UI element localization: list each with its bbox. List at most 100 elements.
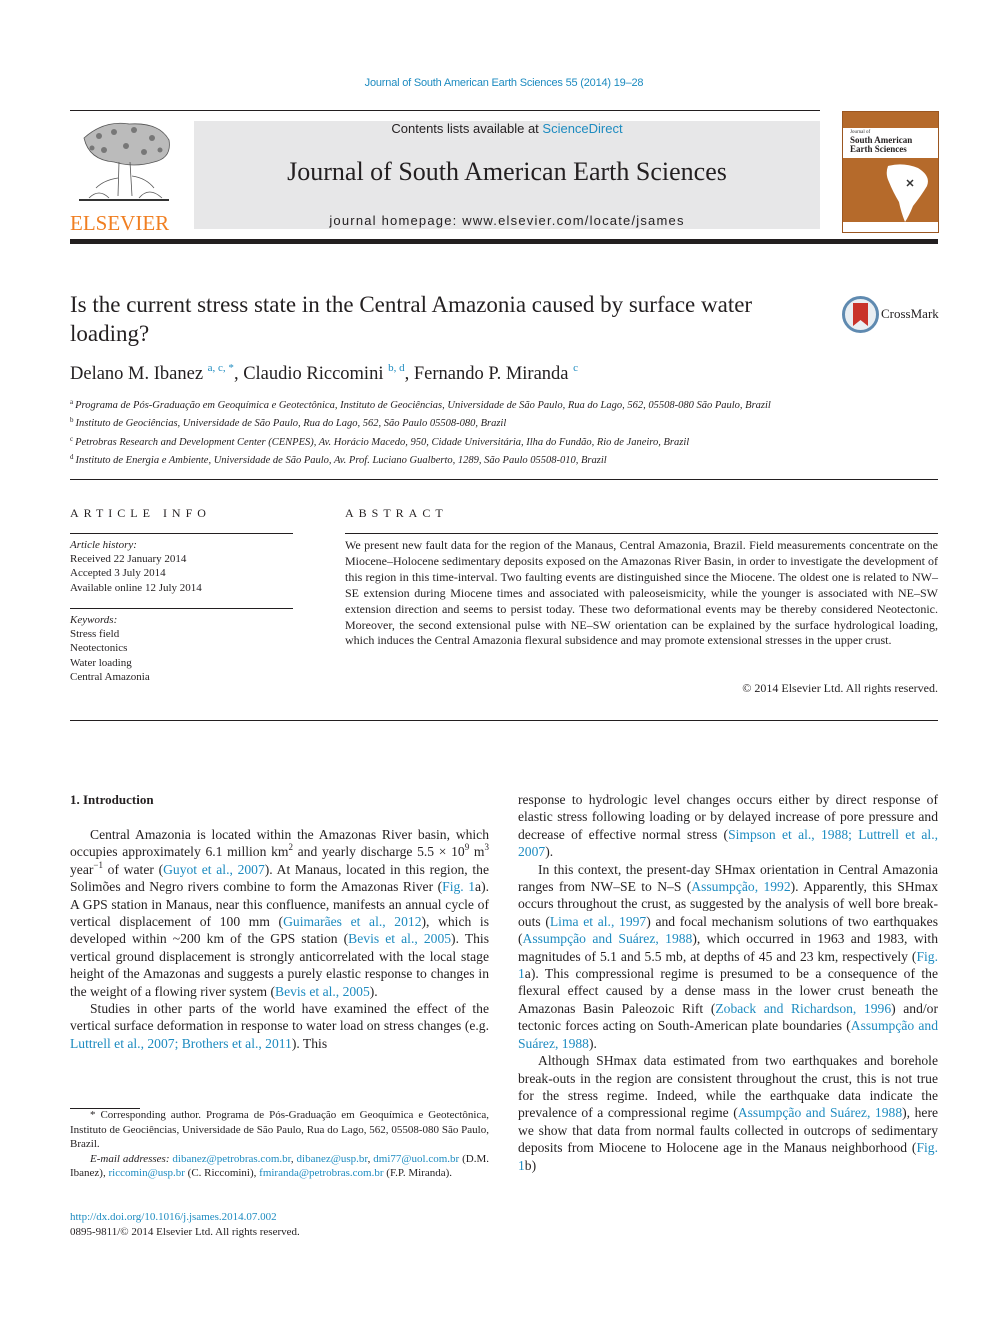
history-received: Received 22 January 2014 xyxy=(70,553,187,566)
author-affiliation-marks[interactable]: a, c, * xyxy=(208,362,234,374)
crossmark-label: CrossMark xyxy=(881,306,939,321)
keyword-item: Water loading xyxy=(70,656,132,669)
keywords-label: Keywords: xyxy=(70,614,118,626)
cover-title-line2: Earth Sciences xyxy=(850,144,907,154)
text: b) xyxy=(524,1157,537,1173)
affiliation-item: c Petrobras Research and Development Cent… xyxy=(70,432,830,450)
author-name[interactable]: Claudio Riccomini xyxy=(243,364,383,384)
figure-link[interactable]: Fig. 1 xyxy=(442,879,475,894)
issn-copyright: 0895-9811/© 2014 Elsevier Ltd. All right… xyxy=(70,1226,300,1238)
section-heading-introduction: 1. Introduction xyxy=(70,792,154,807)
paragraph: Central Amazonia is located within the A… xyxy=(70,826,489,1000)
elsevier-wordmark: ELSEVIER xyxy=(70,211,170,235)
sciencedirect-link[interactable]: ScienceDirect xyxy=(542,121,622,136)
email-label: E-mail addresses: xyxy=(90,1152,170,1165)
email-link[interactable]: dmi77@uol.com.br xyxy=(373,1153,459,1165)
email-addresses: E-mail addresses: dibanez@petrobras.com.… xyxy=(70,1152,489,1181)
history-accepted: Accepted 3 July 2014 xyxy=(70,567,166,580)
email-link[interactable]: fmiranda@petrobras.com.br xyxy=(259,1167,383,1179)
affiliation-item: d Instituto de Energia e Ambiente, Univer… xyxy=(70,450,830,468)
article-info-heading: ARTICLE INFO xyxy=(70,506,211,520)
journal-citation[interactable]: Journal of South American Earth Sciences… xyxy=(0,77,992,89)
citation-link[interactable]: Assumpção and Suárez, 1988 xyxy=(523,931,693,946)
crossmark-button[interactable]: CrossMark xyxy=(842,296,942,334)
keywords: Keywords: Stress field Neotectonics Wate… xyxy=(70,613,150,684)
article-info-rule xyxy=(70,608,293,609)
corresponding-author-note: * Corresponding author. Programa de Pós-… xyxy=(70,1109,489,1151)
text: ). xyxy=(369,983,378,999)
citation-link[interactable]: Lima et al., 1997 xyxy=(550,914,646,929)
paragraph: Studies in other parts of the world have… xyxy=(70,1000,489,1052)
article-title: Is the current stress state in the Centr… xyxy=(70,292,753,346)
elsevier-logo[interactable]: ELSEVIER xyxy=(70,118,182,235)
abstract-heading: ABSTRACT xyxy=(345,506,448,520)
contents-line: Contents lists available at ScienceDirec… xyxy=(194,121,820,136)
journal-homepage[interactable]: journal homepage: www.elsevier.com/locat… xyxy=(194,213,820,228)
email-link[interactable]: dibanez@usp.br xyxy=(297,1153,368,1165)
citation-link[interactable]: Zoback and Richardson, 1996 xyxy=(715,1001,891,1016)
superscript: 3 xyxy=(484,842,490,853)
text: (F.P. Miranda). xyxy=(383,1167,453,1180)
header-rule xyxy=(70,110,820,111)
journal-cover-thumbnail[interactable]: Journal of South American Earth Sciences xyxy=(842,111,939,233)
abstract-rule xyxy=(345,533,938,534)
author-list: Delano M. Ibanez a, c, *, Claudio Riccom… xyxy=(70,362,579,384)
doi-block: http://dx.doi.org/10.1016/j.jsames.2014.… xyxy=(70,1210,300,1240)
history-online: Available online 12 July 2014 xyxy=(70,581,202,594)
paragraph: In this context, the present-day SHmax o… xyxy=(518,861,938,1052)
email-link[interactable]: riccomin@usp.br xyxy=(108,1167,184,1179)
section-rule xyxy=(70,720,938,721)
contents-prefix: Contents lists available at xyxy=(391,121,543,136)
history-label: Article history: xyxy=(70,539,137,551)
body-column-right: response to hydrologic level changes occ… xyxy=(518,791,938,1174)
citation-link[interactable]: Guimarães et al., 2012 xyxy=(283,914,421,929)
doi-link[interactable]: http://dx.doi.org/10.1016/j.jsames.2014.… xyxy=(70,1211,277,1223)
body-column-left: Central Amazonia is located within the A… xyxy=(70,826,489,1052)
text: Studies in other parts of the world have… xyxy=(70,1001,489,1034)
text: (C. Riccomini), xyxy=(184,1167,260,1180)
affiliation-key: c xyxy=(70,434,74,443)
affiliation-item: b Instituto de Geociências, Universidade … xyxy=(70,413,830,431)
email-link[interactable]: dibanez@petrobras.com.br xyxy=(172,1153,290,1165)
footnote: * Corresponding author. Programa de Pós-… xyxy=(70,1108,489,1181)
keyword-item: Neotectonics xyxy=(70,642,128,655)
author-name[interactable]: Fernando P. Miranda xyxy=(414,364,569,384)
affiliation-item: a Programa de Pós-Graduação em Geoquímica… xyxy=(70,395,830,413)
keyword-item: Central Amazonia xyxy=(70,670,150,683)
superscript: −1 xyxy=(93,859,103,870)
citation-link[interactable]: Luttrell et al., 2007; Brothers et al., … xyxy=(70,1036,292,1051)
text: ). xyxy=(588,1035,597,1051)
article-info-rule xyxy=(70,533,293,534)
text: of water ( xyxy=(102,861,164,877)
keyword-item: Stress field xyxy=(70,628,120,641)
text: ). This xyxy=(291,1035,328,1051)
citation-link[interactable]: Bevis et al., 2005 xyxy=(275,984,370,999)
abstract-text: We present new fault data for the region… xyxy=(345,538,938,648)
paragraph: response to hydrologic level changes occ… xyxy=(518,791,938,861)
text: year xyxy=(70,861,94,877)
cover-title-box: Journal of South American Earth Sciences xyxy=(843,128,938,158)
affiliation-text: Instituto de Energia e Ambiente, Univers… xyxy=(75,455,607,467)
header-thick-rule xyxy=(70,239,938,244)
author-name[interactable]: Delano M. Ibanez xyxy=(70,364,203,384)
author-affiliation-marks[interactable]: c xyxy=(573,362,578,374)
citation-link[interactable]: Bevis et al., 2005 xyxy=(348,931,451,946)
paragraph: Although SHmax data estimated from two e… xyxy=(518,1052,938,1174)
section-rule xyxy=(70,479,938,480)
affiliation-text: Programa de Pós-Graduação em Geoquímica … xyxy=(75,400,771,411)
affiliations: a Programa de Pós-Graduação em Geoquímica… xyxy=(70,395,830,469)
journal-title: Journal of South American Earth Sciences xyxy=(287,157,727,186)
text: m xyxy=(469,844,485,860)
journal-banner: Contents lists available at ScienceDirec… xyxy=(194,121,820,229)
affiliation-text: Petrobras Research and Development Cente… xyxy=(75,436,690,448)
cover-title: South American Earth Sciences xyxy=(850,136,912,154)
abstract-copyright: © 2014 Elsevier Ltd. All rights reserved… xyxy=(742,681,938,695)
affiliation-key: a xyxy=(70,398,74,406)
citation-link[interactable]: Guyot et al., 2007 xyxy=(163,862,265,877)
cover-top-band xyxy=(843,112,938,128)
author-affiliation-marks[interactable]: b, d xyxy=(388,362,405,374)
elsevier-tree-icon xyxy=(74,118,174,208)
citation-link[interactable]: Assumpção, 1992 xyxy=(691,879,790,894)
affiliation-key: b xyxy=(70,416,74,425)
citation-link[interactable]: Assumpção and Suárez, 1988 xyxy=(738,1105,902,1120)
